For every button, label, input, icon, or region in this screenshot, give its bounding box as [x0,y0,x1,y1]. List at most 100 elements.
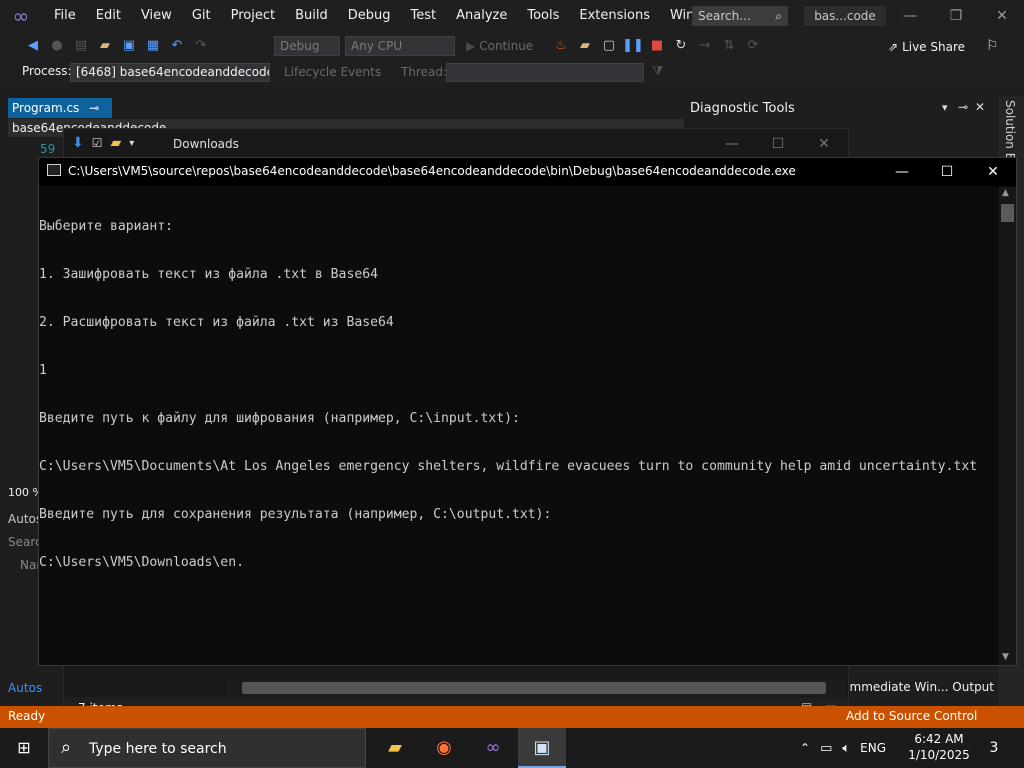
process-select[interactable]: [6468] base64encodeanddecode.e [70,63,270,82]
folder-icon[interactable]: ▰ [574,35,596,57]
menu-view[interactable]: View [131,0,182,32]
menu-analyze[interactable]: Analyze [446,0,517,32]
file-explorer-icon[interactable]: ▰ [371,728,419,768]
chevron-up-icon[interactable]: ⌃ [800,741,810,755]
console-scroll-thumb[interactable] [1001,204,1014,222]
menu-edit[interactable]: Edit [86,0,131,32]
scroll-up-icon[interactable]: ▲ [1002,188,1009,198]
clock-date: 1/10/2025 [908,748,970,762]
panel-dropdown-icon[interactable]: ▾ [942,101,948,114]
vs-search-input[interactable]: Search... ⌕ [692,6,788,26]
console-maximize-icon[interactable]: ☐ [924,158,970,186]
folder-icon[interactable]: ▰ [111,135,122,151]
explorer-maximize-icon[interactable]: ☐ [768,134,788,154]
output-tabs[interactable]: Immediate Win... Output [846,680,994,694]
console-scrollbar[interactable] [999,187,1016,665]
restart-icon[interactable]: ↻ [670,35,692,57]
menu-file[interactable]: File [44,0,86,32]
visual-studio-icon[interactable]: ∞ [469,728,517,768]
console-app-icon[interactable] [47,164,61,176]
console-line: 2. Расшифровать текст из файла .txt из B… [39,315,394,330]
console-title: C:\Users\VM5\source\repos\base64encodean… [68,164,796,178]
share-icon: ⇗ [888,40,899,54]
forward-arrow-icon[interactable]: ● [46,35,68,57]
vs-close-icon[interactable]: ✕ [992,6,1012,26]
pin-icon[interactable]: ⊸ [89,101,99,115]
diagnostic-tools-title: Diagnostic Tools [690,101,795,116]
platform-select[interactable]: Any CPU [345,36,455,56]
volume-icon[interactable]: 🔈︎ [842,741,850,756]
tab-program-cs[interactable]: Program.cs ⊸ ✕ [8,98,112,135]
panel-close-icon[interactable]: ✕ [975,100,985,114]
thread-label: Thread: [401,65,448,79]
taskbar-search-input[interactable]: ⌕ Type here to search [48,728,366,768]
save-all-icon[interactable]: ▦ [142,35,164,57]
hot-reload-icon[interactable]: ♨ [550,35,572,57]
step-into-icon[interactable]: → [694,35,716,57]
taskbar-clock[interactable]: 6:42 AM 1/10/2025 [904,731,974,763]
step-out-icon[interactable]: ⟳ [742,35,764,57]
console-line: C:\Users\VM5\Documents\At Los Angeles em… [39,459,978,474]
tab-program-label: Program.cs [12,101,80,115]
firefox-icon[interactable]: ◉ [420,728,468,768]
live-share-button[interactable]: ⇗ Live Share [888,38,965,56]
menu-bar-items: File Edit View Git Project Build Debug T… [44,0,781,32]
config-select[interactable]: Debug [274,36,340,56]
console-line: 1 [39,363,47,378]
chevron-down-icon[interactable]: ▾ [129,138,134,149]
menu-test[interactable]: Test [401,0,447,32]
toolbar-left-group: ◀ ● ▤ ▰ ▣ ▦ ↶ ↷ [22,35,212,57]
feedback-icon[interactable]: ⚐ [986,38,999,54]
notification-center-icon[interactable]: 3 [980,736,1008,760]
explorer-close-icon[interactable]: ✕ [814,134,834,154]
vs-minimize-icon[interactable]: — [900,6,920,26]
console-app-taskbar-icon[interactable]: ▣ [518,728,566,768]
status-ready: Ready [8,709,46,723]
pause-icon[interactable]: ❚❚ [622,35,644,57]
vs-maximize-icon[interactable]: ❐ [946,6,966,26]
console-line: Выберите вариант: [39,219,174,234]
save-icon[interactable]: ▣ [118,35,140,57]
visual-studio-logo-icon[interactable]: ∞ [8,4,34,28]
taskbar-search-placeholder: Type here to search [89,741,227,757]
windows-start-icon[interactable]: ⊞ [0,728,48,768]
menu-debug[interactable]: Debug [338,0,401,32]
back-arrow-icon[interactable]: ◀ [22,35,44,57]
open-folder-icon[interactable]: ▰ [94,35,116,57]
undo-icon[interactable]: ↶ [166,35,188,57]
stop-icon[interactable]: ■ [646,35,668,57]
network-icon[interactable]: ▭ [820,741,832,756]
explorer-minimize-icon[interactable]: — [722,134,742,154]
language-indicator[interactable]: ENG [860,741,886,755]
live-share-label: Live Share [902,40,966,54]
search-icon: ⌕ [775,9,782,23]
thread-select[interactable] [446,63,644,82]
download-arrow-icon[interactable]: ⬇ [72,135,84,151]
console-output[interactable]: Выберите вариант: 1. Зашифровать текст и… [39,187,999,665]
step-over-icon[interactable]: ⇅ [718,35,740,57]
explorer-scroll-thumb[interactable] [242,682,826,694]
menu-project[interactable]: Project [221,0,285,32]
continue-label: Continue [479,39,534,53]
scroll-down-icon[interactable]: ▼ [1002,652,1009,662]
redo-icon[interactable]: ↷ [190,35,212,57]
console-minimize-icon[interactable]: — [879,158,925,186]
panel-pin-icon[interactable]: ⊸ [958,100,968,114]
filter-icon[interactable]: ⧩ [652,64,664,79]
menu-build[interactable]: Build [285,0,338,32]
process-label: Process: [22,64,72,78]
solution-name-badge[interactable]: bas...code [804,6,886,26]
add-to-source-control-button[interactable]: Add to Source Control [846,709,977,723]
menu-extensions[interactable]: Extensions [569,0,660,32]
tab-autos[interactable]: Autos [8,681,42,695]
autos-header: Autos [8,512,43,526]
continue-button[interactable]: ▶ Continue [466,36,533,56]
menu-git[interactable]: Git [182,0,221,32]
explorer-quick-access: ⬇ ☑ ▰ ▾ [72,135,134,151]
screenshot-icon[interactable]: ▢ [598,35,620,57]
menu-tools[interactable]: Tools [517,0,569,32]
new-project-icon[interactable]: ▤ [70,35,92,57]
lifecycle-events-button[interactable]: Lifecycle Events [284,65,381,79]
console-close-icon[interactable]: ✕ [970,158,1016,186]
checkmark-icon[interactable]: ☑ [92,136,103,150]
